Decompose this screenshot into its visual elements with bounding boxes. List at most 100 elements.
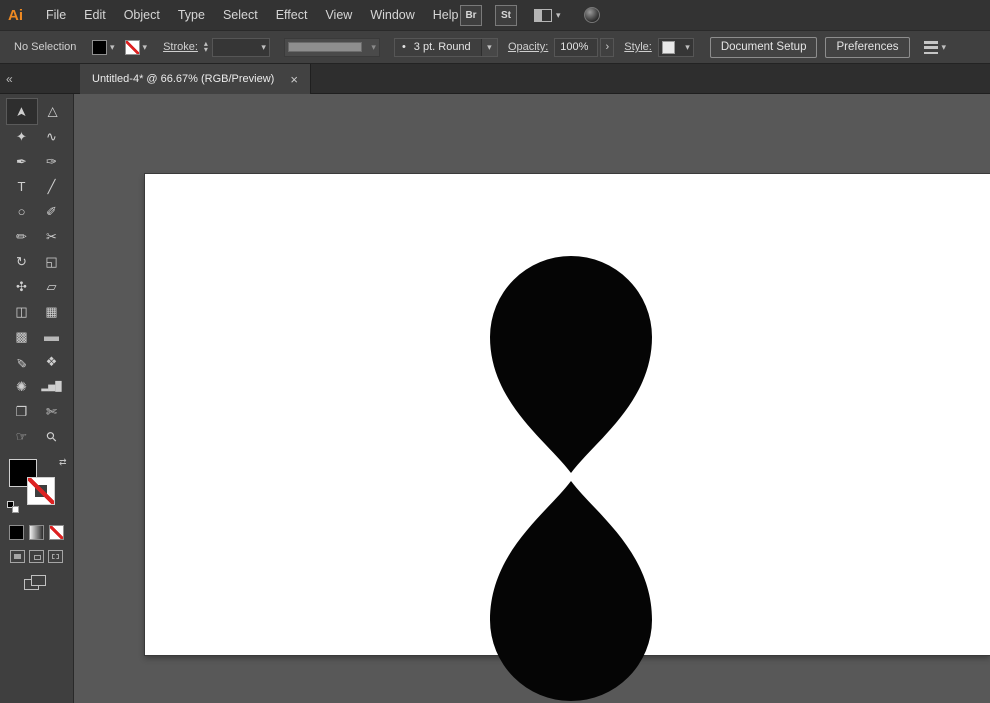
stepper-down-icon[interactable]: ▾ — [204, 46, 208, 54]
stock-button[interactable]: St — [495, 4, 517, 26]
cs-live-icon[interactable] — [583, 7, 600, 23]
document-tab[interactable]: Untitled-4* @ 66.67% (RGB/Preview) × — [80, 64, 311, 94]
app-logo: Ai — [8, 6, 23, 24]
illustrator-window: Ai File Edit Object Type Select Effect V… — [0, 0, 990, 703]
type-tool[interactable]: T — [7, 174, 37, 199]
free-transform-tool-icon: ▱ — [46, 278, 57, 294]
scissors-tool[interactable]: ✂ — [37, 224, 67, 249]
menu-object[interactable]: Object — [115, 8, 169, 22]
brush-caret-box[interactable]: ▾ — [480, 38, 497, 56]
workspace-switcher[interactable]: ▾ — [534, 8, 561, 22]
stroke-color-control[interactable]: ▾ — [124, 39, 148, 55]
screen-mode-button[interactable] — [24, 575, 48, 592]
control-panel-align-menu[interactable]: ▾ — [923, 40, 946, 54]
blend-tool[interactable]: ❖ — [37, 349, 67, 374]
teardrop-bottom-shape[interactable] — [490, 481, 652, 701]
artboard-tool[interactable]: ❐ — [7, 399, 37, 424]
color-button[interactable] — [9, 525, 24, 540]
eyedropper-tool[interactable]: ✎ — [7, 349, 37, 374]
mesh-tool[interactable]: ▩ — [7, 324, 37, 349]
tab-close-icon[interactable]: × — [290, 72, 298, 87]
width-tool[interactable]: ✣ — [7, 274, 37, 299]
stroke-weight-label[interactable]: Stroke: — [163, 41, 198, 53]
slice-tool-icon: ✄ — [46, 403, 57, 419]
style-swatch — [661, 40, 675, 54]
menu-select[interactable]: Select — [214, 8, 267, 22]
column-graph-tool-icon: ▂▅█ — [41, 381, 62, 391]
chevron-down-icon: ▾ — [556, 9, 561, 20]
shape-builder-tool[interactable]: ◫ — [7, 299, 37, 324]
pen-tool[interactable]: ✒ — [7, 149, 37, 174]
free-transform-tool[interactable]: ▱ — [37, 274, 67, 299]
gradient-button[interactable] — [29, 525, 44, 540]
paintbrush-tool[interactable]: ✐ — [37, 199, 67, 224]
canvas[interactable] — [74, 94, 990, 703]
workspace-icon — [534, 8, 552, 22]
stroke-weight-combobox[interactable]: ▾ — [211, 37, 270, 57]
menu-view[interactable]: View — [316, 8, 361, 22]
line-segment-tool[interactable]: ╱ — [37, 174, 67, 199]
rotate-tool[interactable]: ↻ — [7, 249, 37, 274]
magic-wand-tool[interactable]: ✦ — [7, 124, 37, 149]
chevron-down-icon: ▾ — [487, 41, 492, 52]
collapse-panels-icon[interactable]: « — [6, 64, 13, 93]
document-tab-title: Untitled-4* @ 66.67% (RGB/Preview) — [92, 73, 275, 85]
perspective-grid-tool[interactable]: ▦ — [37, 299, 67, 324]
type-tool-icon: T — [17, 179, 26, 194]
tab-bar: « Untitled-4* @ 66.67% (RGB/Preview) × — [0, 64, 990, 94]
shape-builder-tool-icon: ◫ — [15, 303, 28, 319]
column-graph-tool[interactable]: ▂▅█ — [37, 374, 67, 399]
width-profile-dropdown[interactable]: ▾ — [283, 37, 380, 57]
stroke-none-swatch — [124, 39, 140, 55]
bridge-button[interactable]: Br — [460, 4, 482, 26]
scale-tool[interactable]: ◱ — [37, 249, 67, 274]
paintbrush-tool-icon: ✐ — [46, 203, 57, 219]
hand-tool[interactable]: ☞ — [7, 424, 37, 449]
mesh-tool-icon: ▩ — [15, 328, 28, 344]
slice-tool[interactable]: ✄ — [37, 399, 67, 424]
lasso-tool[interactable]: ∿ — [37, 124, 67, 149]
scissors-tool-icon: ✂ — [46, 228, 57, 244]
symbol-sprayer-tool[interactable]: ✺ — [7, 374, 37, 399]
screen-mode-icon-overlap — [31, 575, 46, 586]
draw-inside-button[interactable] — [48, 550, 63, 563]
drawing-modes-row — [0, 550, 73, 563]
direct-selection-tool[interactable]: ▷ — [37, 99, 67, 124]
menu-edit[interactable]: Edit — [75, 8, 115, 22]
menubar: Ai File Edit Object Type Select Effect V… — [0, 0, 990, 30]
ellipse-tool[interactable]: ○ — [7, 199, 37, 224]
selection-tool[interactable]: ➤ — [5, 98, 38, 125]
rotate-tool-icon: ↻ — [16, 253, 27, 269]
opacity-label[interactable]: Opacity: — [508, 41, 548, 53]
menu-effect[interactable]: Effect — [267, 8, 317, 22]
zoom-tool[interactable]: ⚲ — [37, 424, 67, 449]
chevron-down-icon: ▾ — [142, 41, 148, 52]
draw-normal-button[interactable] — [10, 550, 25, 563]
fill-color-control[interactable]: ▾ — [92, 39, 115, 55]
pencil-tool[interactable]: ✏ — [7, 224, 37, 249]
style-label[interactable]: Style: — [624, 41, 652, 53]
blend-tool-icon: ❖ — [45, 353, 58, 369]
curvature-tool[interactable]: ✑ — [37, 149, 67, 174]
document-setup-button[interactable]: Document Setup — [709, 36, 818, 58]
eyedropper-tool-icon: ✎ — [16, 354, 27, 370]
control-bar: No Selection ▾ ▾ Stroke: ▴ ▾ ▾ ▾ • 3 pt.… — [0, 30, 990, 64]
opacity-panel-arrow[interactable]: › — [600, 37, 615, 57]
chevron-down-icon: ▾ — [261, 41, 266, 52]
stroke-weight-stepper[interactable]: ▴ ▾ — [204, 40, 208, 54]
teardrop-top-shape[interactable] — [490, 256, 652, 473]
menu-file[interactable]: File — [37, 8, 75, 22]
gradient-tool[interactable]: ▬ — [37, 324, 67, 349]
opacity-input[interactable]: 100% — [554, 37, 599, 57]
none-button[interactable] — [49, 525, 64, 540]
draw-behind-button[interactable] — [29, 550, 44, 563]
preferences-button[interactable]: Preferences — [825, 36, 910, 58]
default-fill-stroke-icon[interactable] — [6, 501, 19, 513]
menu-window[interactable]: Window — [361, 8, 423, 22]
swap-fill-stroke-icon[interactable]: ⇄ — [59, 457, 67, 468]
style-dropdown[interactable]: ▾ — [657, 37, 694, 57]
tool-grid: ➤ ▷ ✦ ∿ ✒ ✑ T ╱ ○ ✐ ✏ ✂ ↻ ◱ ✣ ▱ ◫ ▦ ▩ ▬ ✎ ❖ ✺ ▂▅█ ❐ ✄ ☞ ⚲ — [0, 98, 73, 449]
stroke-color-swatch[interactable] — [26, 477, 55, 505]
brush-definition-dropdown[interactable]: • 3 pt. Round ▾ — [393, 37, 498, 57]
menu-type[interactable]: Type — [169, 8, 214, 22]
